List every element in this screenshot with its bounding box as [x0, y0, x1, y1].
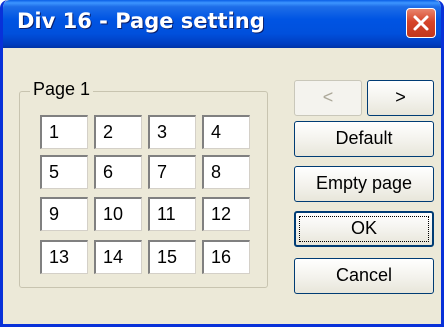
next-page-button[interactable]: >	[367, 80, 434, 116]
close-icon	[413, 15, 429, 31]
page-cell-10[interactable]: 10	[94, 197, 142, 231]
page-cell-14[interactable]: 14	[94, 240, 142, 274]
group-label: Page 1	[30, 78, 94, 100]
page-cell-5[interactable]: 5	[40, 155, 88, 189]
cancel-button[interactable]: Cancel	[294, 258, 434, 294]
page-cell-13[interactable]: 13	[40, 240, 88, 274]
ok-button[interactable]: OK	[294, 211, 434, 247]
window-title: Div 16 - Page setting	[17, 9, 265, 33]
page-cell-6[interactable]: 6	[94, 155, 142, 189]
page-cell-1[interactable]: 1	[40, 115, 88, 149]
page-cell-7[interactable]: 7	[148, 155, 196, 189]
page-cell-15[interactable]: 15	[148, 240, 196, 274]
page-cell-2[interactable]: 2	[94, 115, 142, 149]
title-bar[interactable]: Div 16 - Page setting	[3, 0, 441, 48]
page-cell-9[interactable]: 9	[40, 197, 88, 231]
close-button[interactable]	[406, 8, 436, 38]
page-cell-3[interactable]: 3	[148, 115, 196, 149]
default-button[interactable]: Default	[294, 121, 434, 157]
page-cell-16[interactable]: 16	[202, 240, 250, 274]
page-cell-8[interactable]: 8	[202, 155, 250, 189]
page-cell-11[interactable]: 11	[148, 197, 196, 231]
empty-page-button[interactable]: Empty page	[294, 166, 434, 202]
focus-rectangle	[299, 216, 429, 242]
page-cell-12[interactable]: 12	[202, 197, 250, 231]
page-cell-4[interactable]: 4	[202, 115, 250, 149]
prev-page-button[interactable]: <	[294, 80, 362, 116]
